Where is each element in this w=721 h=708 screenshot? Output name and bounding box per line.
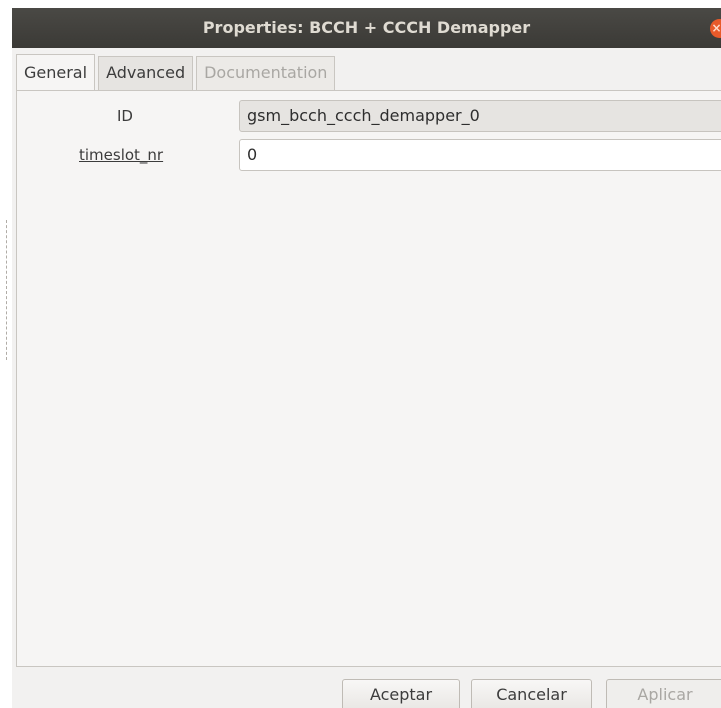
apply-button: Aplicar [606,679,721,708]
window-title: Properties: BCCH + CCCH Demapper [202,18,531,37]
timeslot-nr-field[interactable]: 0 [239,139,721,171]
tab-bar: General Advanced Documentation [16,54,338,90]
id-field[interactable]: gsm_bcch_ccch_demapper_0 [239,100,721,132]
cancel-button[interactable]: Cancelar [471,679,592,708]
tab-advanced[interactable]: Advanced [98,56,194,90]
properties-dialog: Properties: BCCH + CCCH Demapper × Gener… [12,8,721,708]
tab-general[interactable]: General [16,54,96,90]
title-bar[interactable]: Properties: BCCH + CCCH Demapper × [12,8,721,48]
tab-documentation: Documentation [196,56,336,90]
accept-button[interactable]: Aceptar [342,679,460,708]
id-label: ID [117,107,133,125]
timeslot-nr-label: timeslot_nr [79,146,164,164]
close-icon[interactable]: × [710,19,721,38]
window-edge-ticks [6,220,10,360]
general-tab-panel: ID gsm_bcch_ccch_demapper_0 timeslot_nr … [16,90,721,667]
